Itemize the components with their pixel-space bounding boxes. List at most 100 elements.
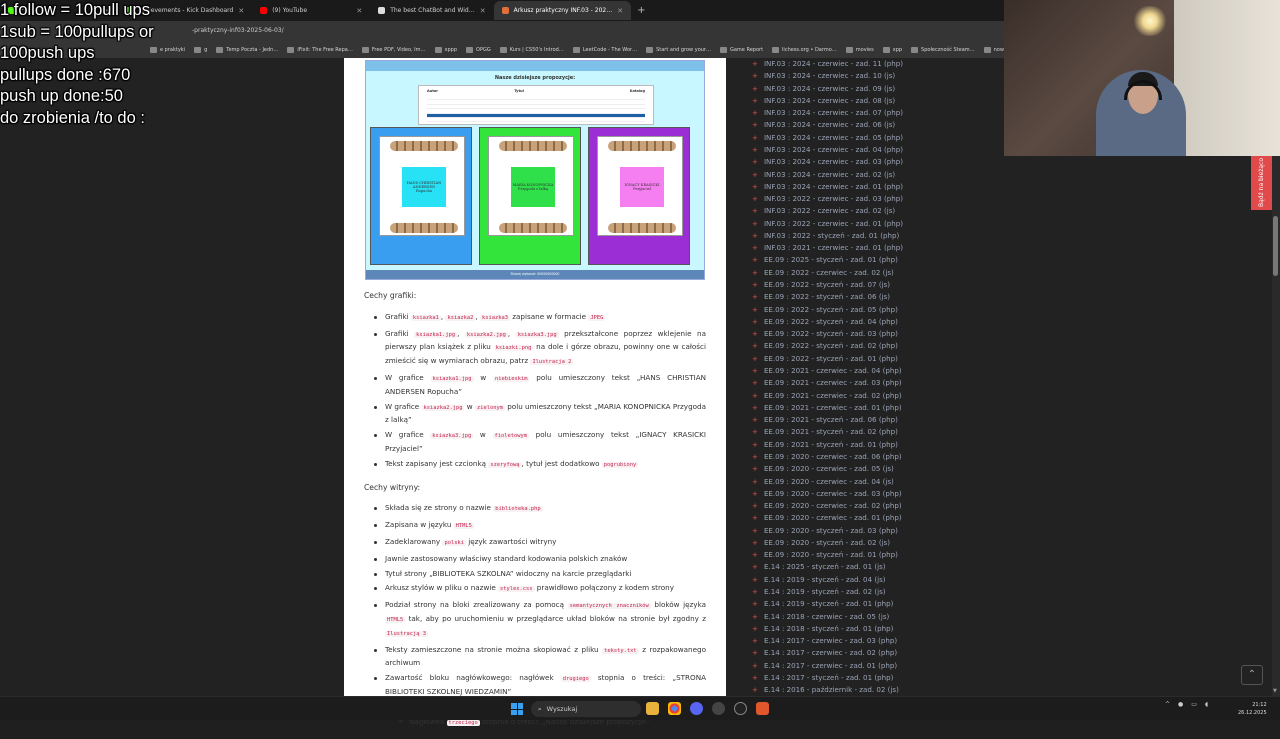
sidebar-exam-link[interactable]: + INF.03 : 2024 - czerwiec - zad. 06 (js)	[752, 120, 895, 129]
sidebar-exam-link[interactable]: + EE.09 : 2021 - czerwiec - zad. 03 (php)	[752, 378, 902, 387]
close-icon[interactable]: ✕	[617, 7, 623, 15]
scroll-to-top-button[interactable]: ⌃	[1241, 665, 1263, 685]
obs-icon[interactable]	[712, 702, 725, 715]
bookmark-item[interactable]: xpp	[882, 46, 902, 53]
sidebar-exam-link[interactable]: + EE.09 : 2020 - czerwiec - zad. 01 (php)	[752, 513, 902, 522]
sidebar-exam-link[interactable]: + INF.03 : 2024 - czerwiec - zad. 07 (php…	[752, 108, 903, 117]
bookmark-item[interactable]: now	[983, 46, 1004, 53]
bookmark-item[interactable]: OPGG	[466, 46, 491, 53]
scroll-thumb[interactable]	[1273, 216, 1278, 276]
sidebar-exam-link[interactable]: + EE.09 : 2020 - czerwiec - zad. 04 (js)	[752, 477, 894, 486]
file-explorer-icon[interactable]	[646, 702, 659, 715]
sidebar-exam-link[interactable]: + EE.09 : 2020 - styczeń - zad. 01 (php)	[752, 550, 898, 559]
browser-tab[interactable]: The best ChatBot and Wid… ✕	[370, 1, 493, 20]
sidebar-exam-label: EE.09 : 2022 - styczeń - zad. 03 (php)	[763, 329, 898, 339]
sidebar-exam-link[interactable]: + EE.09 : 2021 - czerwiec - zad. 04 (php)	[752, 366, 902, 375]
sidebar-exam-link[interactable]: + E.14 : 2019 - styczeń - zad. 02 (js)	[752, 587, 886, 596]
sidebar-exam-link[interactable]: + INF.03 : 2024 - czerwiec - zad. 03 (php…	[752, 157, 903, 166]
network-icon[interactable]: ▭	[1191, 701, 1197, 708]
list-item: Składa się ze strony o nazwie biblioteka…	[364, 502, 706, 516]
plus-icon: +	[752, 353, 758, 363]
sidebar-exam-link[interactable]: + EE.09 : 2022 - styczeń - zad. 03 (php)	[752, 329, 898, 338]
bookmark-icon	[772, 46, 780, 53]
bookmark-label: LeetCode - The Wor…	[582, 46, 638, 53]
sidebar-exam-link[interactable]: + E.14 : 2019 - styczeń - zad. 04 (js)	[752, 575, 886, 584]
sidebar-exam-link[interactable]: + EE.09 : 2022 - czerwiec - zad. 02 (js)	[752, 268, 894, 277]
sidebar-exam-link[interactable]: + EE.09 : 2022 - styczeń - zad. 07 (js)	[752, 280, 890, 289]
sidebar-exam-link[interactable]: + INF.03 : 2024 - czerwiec - zad. 01 (php…	[752, 182, 903, 191]
close-icon[interactable]: ✕	[480, 7, 486, 15]
taskbar-search[interactable]: ⌕ Wyszukaj	[531, 701, 641, 717]
bookmark-item[interactable]: Game Report	[719, 46, 763, 53]
sidebar-exam-link[interactable]: + EE.09 : 2022 - styczeń - zad. 06 (js)	[752, 292, 890, 301]
bookmark-item[interactable]: Free PDF, Video, Im…	[361, 46, 426, 53]
sidebar-exam-link[interactable]: + INF.03 : 2024 - czerwiec - zad. 11 (php…	[752, 59, 903, 68]
browser-tab[interactable]: Arkusz praktyczny INF.03 - 202… ✕	[493, 1, 632, 20]
sidebar-exam-link[interactable]: + INF.03 : 2024 - czerwiec - zad. 05 (php…	[752, 133, 903, 142]
clock[interactable]: 21:12 26.12.2025	[1238, 701, 1267, 717]
sidebar-exam-link[interactable]: + EE.09 : 2021 - czerwiec - zad. 01 (php)	[752, 403, 902, 412]
sidebar-exam-link[interactable]: + INF.03 : 2024 - czerwiec - zad. 09 (js)	[752, 84, 895, 93]
sidebar-exam-link[interactable]: + EE.09 : 2025 - styczeń - zad. 01 (php)	[752, 255, 898, 264]
close-icon[interactable]: ✕	[356, 7, 362, 15]
sidebar-exam-link[interactable]: + INF.03 : 2022 - czerwiec - zad. 02 (js)	[752, 206, 895, 215]
discord-icon[interactable]	[690, 702, 703, 715]
scroll-down-arrow-icon[interactable]: ▼	[1273, 688, 1277, 694]
bookmark-item[interactable]: movies	[845, 46, 874, 53]
sidebar-exam-link[interactable]: + INF.03 : 2024 - czerwiec - zad. 10 (js)	[752, 71, 895, 80]
sidebar-exam-link[interactable]: + EE.09 : 2020 - czerwiec - zad. 06 (php)	[752, 452, 902, 461]
sidebar-exam-link[interactable]: + EE.09 : 2020 - styczeń - zad. 03 (php)	[752, 526, 898, 535]
sidebar-exam-link[interactable]: + EE.09 : 2021 - czerwiec - zad. 02 (php)	[752, 391, 902, 400]
new-tab-icon[interactable]: +	[637, 5, 645, 16]
chevron-up-icon[interactable]: ^	[1165, 701, 1170, 708]
sidebar-exam-link[interactable]: + INF.03 : 2022 - styczeń - zad. 01 (php)	[752, 231, 899, 240]
bookmark-item[interactable]: Społeczność Steam…	[911, 46, 975, 53]
sidebar-exam-link[interactable]: + EE.09 : 2020 - czerwiec - zad. 02 (php)	[752, 501, 902, 510]
sidebar-exam-link[interactable]: + E.14 : 2017 - czerwiec - zad. 02 (php)	[752, 648, 897, 657]
sidebar-exam-link[interactable]: + INF.03 : 2024 - czerwiec - zad. 08 (js)	[752, 96, 895, 105]
sidebar-exam-link[interactable]: + EE.09 : 2021 - styczeń - zad. 06 (php)	[752, 415, 898, 424]
sidebar-exam-link[interactable]: + EE.09 : 2020 - styczeń - zad. 02 (js)	[752, 538, 890, 547]
steam-icon[interactable]	[734, 702, 747, 715]
sidebar-exam-link[interactable]: + EE.09 : 2021 - styczeń - zad. 02 (php)	[752, 427, 898, 436]
sidebar-exam-link[interactable]: + INF.03 : 2024 - czerwiec - zad. 04 (php…	[752, 145, 903, 154]
sidebar-exam-link[interactable]: + E.14 : 2018 - styczeń - zad. 01 (php)	[752, 624, 893, 633]
sidebar-exam-link[interactable]: + E.14 : 2017 - czerwiec - zad. 01 (php)	[752, 661, 897, 670]
sidebar-exam-link[interactable]: + EE.09 : 2022 - styczeń - zad. 04 (php)	[752, 317, 898, 326]
sidebar-exam-link[interactable]: + EE.09 : 2021 - styczeń - zad. 01 (php)	[752, 440, 898, 449]
windows-start-icon[interactable]	[511, 703, 523, 715]
bookmark-item[interactable]: Kurs | CS50's Introd…	[499, 46, 564, 53]
sidebar-exam-label: INF.03 : 2024 - czerwiec - zad. 03 (php)	[763, 157, 904, 167]
stay-updated-button[interactable]: Bądź na bieżąco	[1251, 155, 1272, 210]
text-span: Zawartość bloku nagłówkowego: nagłówek	[385, 673, 561, 683]
sidebar-exam-link[interactable]: + E.14 : 2016 - październik - zad. 02 (js…	[752, 685, 899, 694]
sidebar-exam-link[interactable]: + E.14 : 2017 - czerwiec - zad. 03 (php)	[752, 636, 897, 645]
sidebar-exam-link[interactable]: + EE.09 : 2020 - czerwiec - zad. 05 (js)	[752, 464, 894, 473]
sidebar-exam-label: INF.03 : 2022 - styczeń - zad. 01 (php)	[763, 230, 900, 240]
sidebar-exam-link[interactable]: + INF.03 : 2022 - czerwiec - zad. 03 (php…	[752, 194, 903, 203]
sidebar-exam-link[interactable]: + INF.03 : 2021 - czerwiec - zad. 01 (php…	[752, 243, 903, 252]
sidebar-exam-link[interactable]: + E.14 : 2018 - czerwiec - zad. 05 (js)	[752, 612, 889, 621]
sidebar-exam-link[interactable]: + INF.03 : 2022 - czerwiec - zad. 01 (php…	[752, 219, 903, 228]
app-icon[interactable]	[756, 702, 769, 715]
sidebar-exam-link[interactable]: + EE.09 : 2022 - styczeń - zad. 02 (php)	[752, 341, 898, 350]
bookmark-item[interactable]: Start and grow your…	[646, 46, 711, 53]
sidebar-exam-label: EE.09 : 2022 - czerwiec - zad. 02 (js)	[763, 267, 894, 277]
book-stack-image	[390, 141, 458, 151]
microphone-icon[interactable]: ●	[1178, 701, 1183, 708]
sidebar-exam-link[interactable]: + EE.09 : 2022 - styczeń - zad. 05 (php)	[752, 305, 898, 314]
sidebar-exam-link[interactable]: + INF.03 : 2024 - czerwiec - zad. 02 (js)	[752, 170, 895, 179]
plus-icon: +	[752, 71, 758, 81]
sidebar-exam-link[interactable]: + EE.09 : 2022 - styczeń - zad. 01 (php)	[752, 354, 898, 363]
bookmark-item[interactable]: lichess.org • Darmo…	[772, 46, 837, 53]
bookmark-item[interactable]: xppp	[434, 46, 457, 53]
plus-icon: +	[752, 574, 758, 584]
volume-icon[interactable]: ◖	[1205, 701, 1208, 708]
chrome-icon[interactable]	[668, 702, 681, 715]
sidebar-exam-link[interactable]: + E.14 : 2025 - styczeń - zad. 01 (js)	[752, 562, 886, 571]
bookmark-item[interactable]: LeetCode - The Wor…	[572, 46, 638, 53]
graphics-list: Grafiki ksiazka1, ksiazka2, ksiazka3 zap…	[364, 311, 706, 472]
sidebar-exam-link[interactable]: + E.14 : 2019 - styczeń - zad. 01 (php)	[752, 599, 893, 608]
sidebar-exam-link[interactable]: + EE.09 : 2020 - czerwiec - zad. 03 (php)	[752, 489, 902, 498]
sidebar-exam-link[interactable]: + E.14 : 2017 - styczeń - zad. 01 (php)	[752, 673, 893, 682]
